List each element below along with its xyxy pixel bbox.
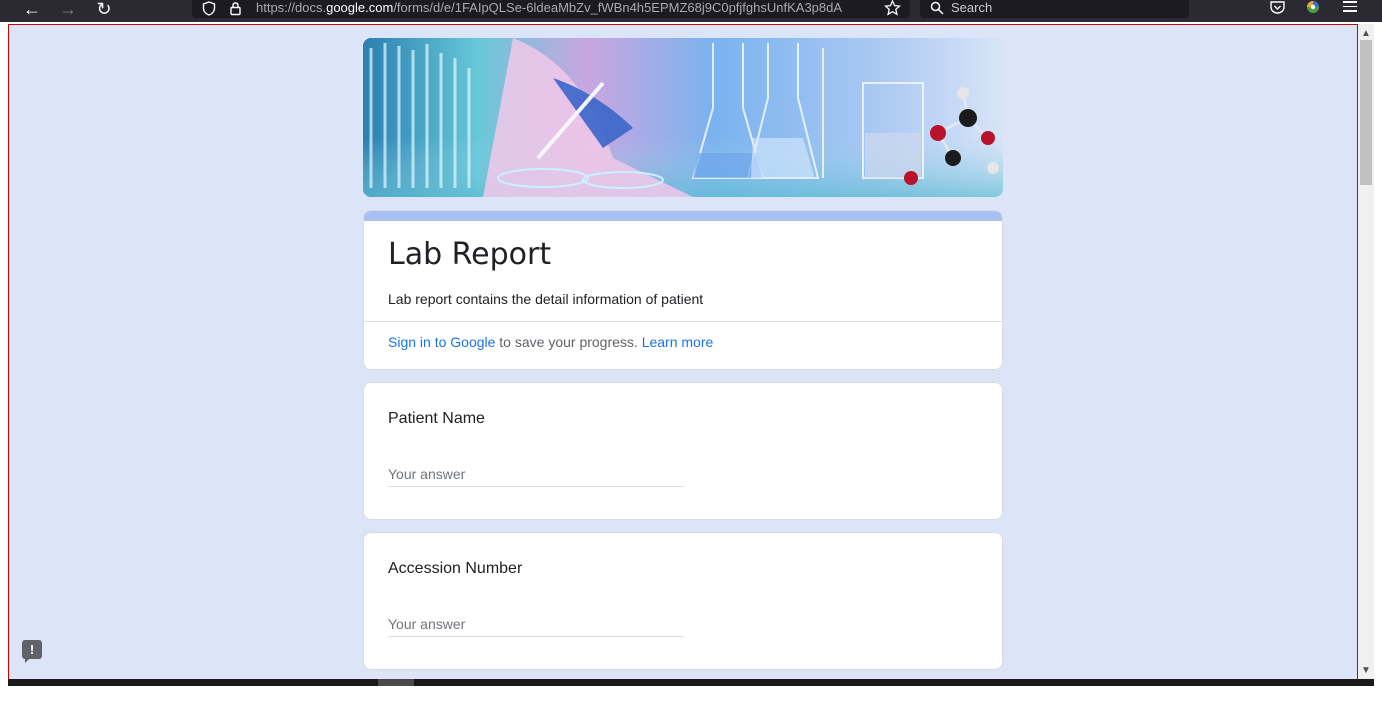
search-icon (930, 1, 944, 15)
horizontal-scrollbar-thumb[interactable] (378, 679, 414, 686)
scroll-down-arrow-icon[interactable]: ▼ (1358, 663, 1374, 677)
browser-toolbar: ← → ↻ https://docs.google.com/forms/d/e/… (0, 0, 1382, 22)
patient-name-input[interactable] (388, 461, 684, 487)
pocket-icon[interactable] (1269, 0, 1286, 15)
url-text[interactable]: https://docs.google.com/forms/d/e/1FAIpQ… (256, 0, 876, 15)
signin-suffix: to save your progress. (495, 334, 642, 350)
accession-number-input[interactable] (388, 611, 684, 637)
lock-icon[interactable] (229, 1, 242, 16)
question-label: Accession Number (388, 560, 523, 577)
question-card-accession-number: Accession Number (363, 532, 1003, 670)
form-title-card: Lab Report Lab report contains the detai… (363, 210, 1003, 370)
extension-icon[interactable] (1304, 0, 1322, 15)
bookmark-star-icon[interactable] (884, 0, 901, 16)
signin-row: Sign in to Google to save your progress.… (388, 334, 713, 350)
title-accent-stripe (364, 211, 1002, 221)
question-card-patient-name: Patient Name (363, 382, 1003, 520)
report-feedback-icon[interactable]: ! (22, 640, 42, 663)
question-label: Patient Name (388, 410, 485, 427)
reload-icon[interactable]: ↻ (93, 0, 115, 19)
address-bar[interactable]: https://docs.google.com/forms/d/e/1FAIpQ… (192, 0, 910, 18)
search-placeholder: Search (951, 0, 993, 15)
learn-more-link[interactable]: Learn more (642, 334, 714, 350)
url-prefix: https://docs. (256, 0, 327, 15)
form-description: Lab report contains the detail informati… (388, 291, 704, 307)
back-arrow-icon[interactable]: ← (21, 0, 43, 19)
scroll-up-arrow-icon[interactable]: ▲ (1358, 26, 1374, 40)
scrollbar-thumb[interactable] (1360, 40, 1372, 185)
url-host: google.com (326, 0, 394, 15)
form-header-image (363, 38, 1003, 197)
shield-icon[interactable] (202, 1, 216, 16)
menu-icon[interactable] (1343, 0, 1357, 12)
forward-arrow-icon[interactable]: → (57, 0, 79, 19)
divider (364, 321, 1002, 322)
sign-in-link[interactable]: Sign in to Google (388, 334, 495, 350)
url-path: /forms/d/e/1FAIpQLSe-6ldeaMbZv_fWBn4h5EP… (393, 0, 843, 15)
search-bar[interactable]: Search (920, 0, 1189, 18)
horizontal-scrollbar[interactable] (8, 679, 1374, 686)
form-title: Lab Report (388, 237, 552, 272)
